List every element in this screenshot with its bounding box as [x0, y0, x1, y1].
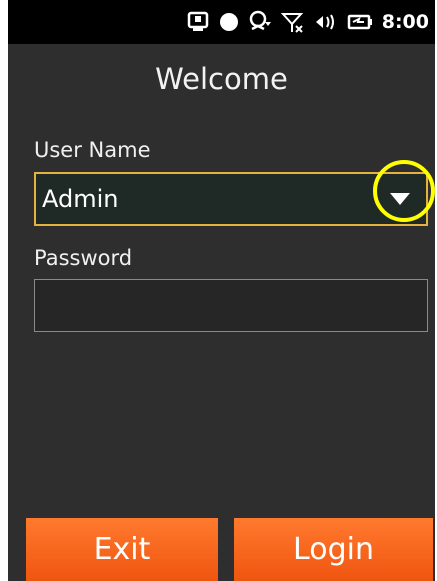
no-signal-icon	[280, 10, 305, 34]
status-time: 8:00	[381, 11, 429, 33]
page-title: Welcome	[155, 62, 288, 96]
chevron-down-icon[interactable]	[374, 173, 426, 225]
sync-icon	[248, 10, 272, 34]
status-bar: 8:00	[8, 0, 435, 44]
login-screen: 8:00 Welcome User Name Admin Password Ex…	[8, 0, 435, 581]
username-label: User Name	[34, 138, 151, 162]
battery-icon	[347, 11, 373, 33]
record-icon	[219, 12, 239, 32]
password-label: Password	[34, 246, 133, 270]
username-dropdown[interactable]: Admin	[34, 172, 428, 226]
login-button[interactable]: Login	[234, 518, 433, 581]
exit-button[interactable]: Exit	[26, 518, 218, 581]
password-field[interactable]	[34, 279, 428, 332]
username-selected-value: Admin	[42, 185, 119, 213]
volume-icon	[314, 10, 338, 34]
phone-icon	[186, 10, 210, 34]
